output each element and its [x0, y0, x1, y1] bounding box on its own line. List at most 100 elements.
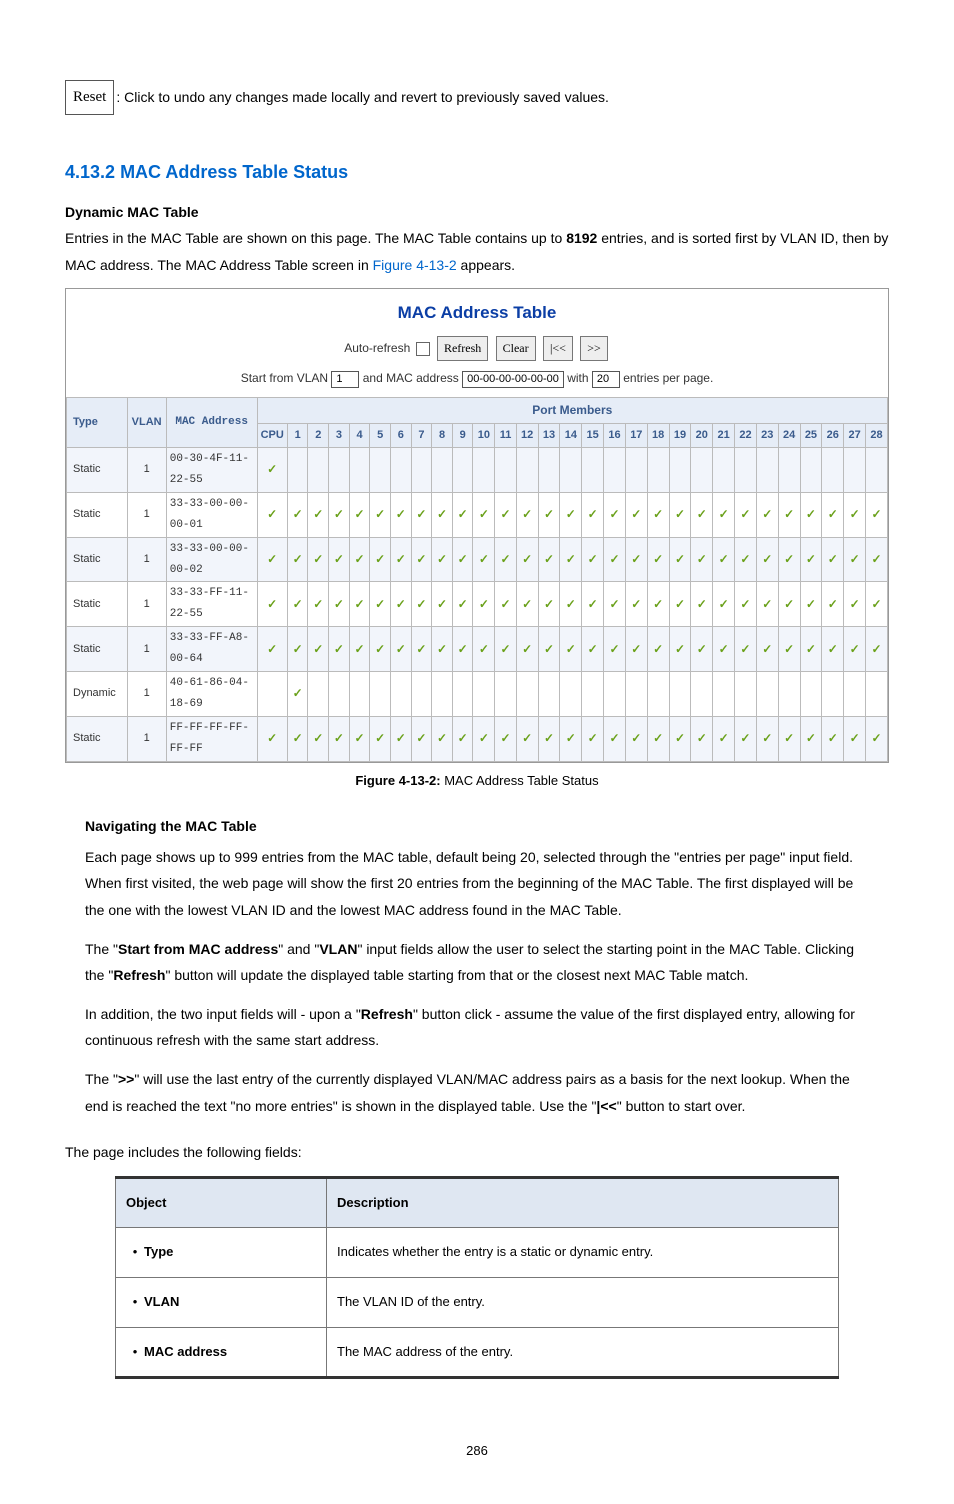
- cell-port: ✓: [495, 716, 516, 761]
- check-icon: ✓: [544, 507, 554, 521]
- th-port-25: 25: [800, 424, 822, 448]
- check-icon: ✓: [293, 642, 303, 656]
- entries-per-page-label: entries per page.: [623, 371, 713, 385]
- cell-cpu: ✓: [257, 537, 287, 582]
- check-icon: ✓: [850, 507, 860, 521]
- check-icon: ✓: [354, 642, 364, 656]
- check-icon: ✓: [588, 597, 598, 611]
- cell-port: ✓: [495, 537, 516, 582]
- cell-port: ✓: [349, 716, 370, 761]
- cell-mac: 33-33-00-00-00-01: [166, 492, 257, 537]
- mac-input[interactable]: 00-00-00-00-00-00: [462, 371, 564, 388]
- cell-port: ✓: [516, 537, 538, 582]
- reset-button[interactable]: Reset: [65, 80, 114, 115]
- cell-port: [538, 671, 560, 716]
- next-page-button[interactable]: >>: [580, 336, 608, 361]
- th-port-3: 3: [329, 424, 350, 448]
- cell-port: [390, 671, 411, 716]
- cell-port: ✓: [735, 716, 757, 761]
- check-icon: ✓: [806, 731, 816, 745]
- cell-port: ✓: [866, 627, 888, 672]
- check-icon: ✓: [762, 507, 772, 521]
- fields-object: MAC address: [116, 1327, 327, 1378]
- cell-port: ✓: [495, 582, 516, 627]
- cell-port: ✓: [432, 627, 453, 672]
- clear-button[interactable]: Clear: [496, 336, 536, 361]
- check-icon: ✓: [740, 731, 750, 745]
- check-icon: ✓: [675, 597, 685, 611]
- cell-port: ✓: [778, 627, 800, 672]
- check-icon: ✓: [458, 731, 468, 745]
- check-icon: ✓: [762, 552, 772, 566]
- figure-link[interactable]: Figure 4-13-2: [373, 257, 457, 273]
- cell-type: Static: [67, 627, 128, 672]
- check-icon: ✓: [416, 507, 426, 521]
- cell-port: ✓: [390, 716, 411, 761]
- th-port-11: 11: [495, 424, 516, 448]
- entries-count-input[interactable]: 20: [592, 371, 620, 388]
- cell-port: ✓: [432, 537, 453, 582]
- section-title: MAC Address Table Status: [120, 162, 348, 182]
- auto-refresh-checkbox[interactable]: [416, 342, 430, 356]
- cell-port: ✓: [370, 627, 391, 672]
- vlan-input[interactable]: 1: [331, 371, 359, 388]
- check-icon: ✓: [828, 597, 838, 611]
- cell-port: ✓: [432, 492, 453, 537]
- cell-port: ✓: [370, 492, 391, 537]
- check-icon: ✓: [871, 642, 881, 656]
- cell-port: [800, 448, 822, 493]
- check-icon: ✓: [267, 597, 277, 611]
- check-icon: ✓: [293, 731, 303, 745]
- cell-port: ✓: [647, 492, 669, 537]
- check-icon: ✓: [697, 552, 707, 566]
- check-icon: ✓: [458, 552, 468, 566]
- check-icon: ✓: [437, 507, 447, 521]
- check-icon: ✓: [416, 552, 426, 566]
- check-icon: ✓: [396, 731, 406, 745]
- cell-port: [287, 448, 308, 493]
- check-icon: ✓: [588, 507, 598, 521]
- cell-port: ✓: [329, 537, 350, 582]
- cell-port: [713, 671, 735, 716]
- check-icon: ✓: [871, 731, 881, 745]
- check-icon: ✓: [416, 731, 426, 745]
- cell-port: ✓: [866, 716, 888, 761]
- th-port-7: 7: [411, 424, 432, 448]
- cell-port: [390, 448, 411, 493]
- cell-port: [647, 671, 669, 716]
- th-port-1: 1: [287, 424, 308, 448]
- navigating-p1: Each page shows up to 999 entries from t…: [85, 844, 869, 924]
- first-page-button[interactable]: |<<: [543, 336, 573, 361]
- cell-port: ✓: [538, 537, 560, 582]
- intro-paragraph: Entries in the MAC Table are shown on th…: [65, 225, 889, 278]
- cell-port: ✓: [390, 582, 411, 627]
- table-row: Dynamic140-61-86-04-18-69✓: [67, 671, 888, 716]
- table-row: Static133-33-00-00-00-02✓✓✓✓✓✓✓✓✓✓✓✓✓✓✓✓…: [67, 537, 888, 582]
- cell-port: ✓: [452, 492, 473, 537]
- check-icon: ✓: [479, 597, 489, 611]
- cell-port: ✓: [390, 627, 411, 672]
- cell-port: ✓: [691, 582, 713, 627]
- cell-port: ✓: [582, 537, 604, 582]
- subsection-heading: Dynamic MAC Table: [65, 199, 889, 226]
- cell-port: [370, 671, 391, 716]
- cell-port: ✓: [287, 492, 308, 537]
- table-row: Static133-33-FF-A8-00-64✓✓✓✓✓✓✓✓✓✓✓✓✓✓✓✓…: [67, 627, 888, 672]
- check-icon: ✓: [458, 507, 468, 521]
- check-icon: ✓: [806, 552, 816, 566]
- cell-port: ✓: [473, 492, 495, 537]
- th-port-18: 18: [647, 424, 669, 448]
- check-icon: ✓: [697, 597, 707, 611]
- and-mac-label: and MAC address: [363, 371, 459, 385]
- cell-port: ✓: [411, 716, 432, 761]
- check-icon: ✓: [522, 552, 532, 566]
- check-icon: ✓: [762, 642, 772, 656]
- cell-vlan: 1: [127, 537, 166, 582]
- check-icon: ✓: [566, 597, 576, 611]
- cell-port: [844, 671, 866, 716]
- refresh-button[interactable]: Refresh: [437, 336, 488, 361]
- check-icon: ✓: [828, 552, 838, 566]
- check-icon: ✓: [354, 597, 364, 611]
- check-icon: ✓: [313, 597, 323, 611]
- cell-cpu: ✓: [257, 492, 287, 537]
